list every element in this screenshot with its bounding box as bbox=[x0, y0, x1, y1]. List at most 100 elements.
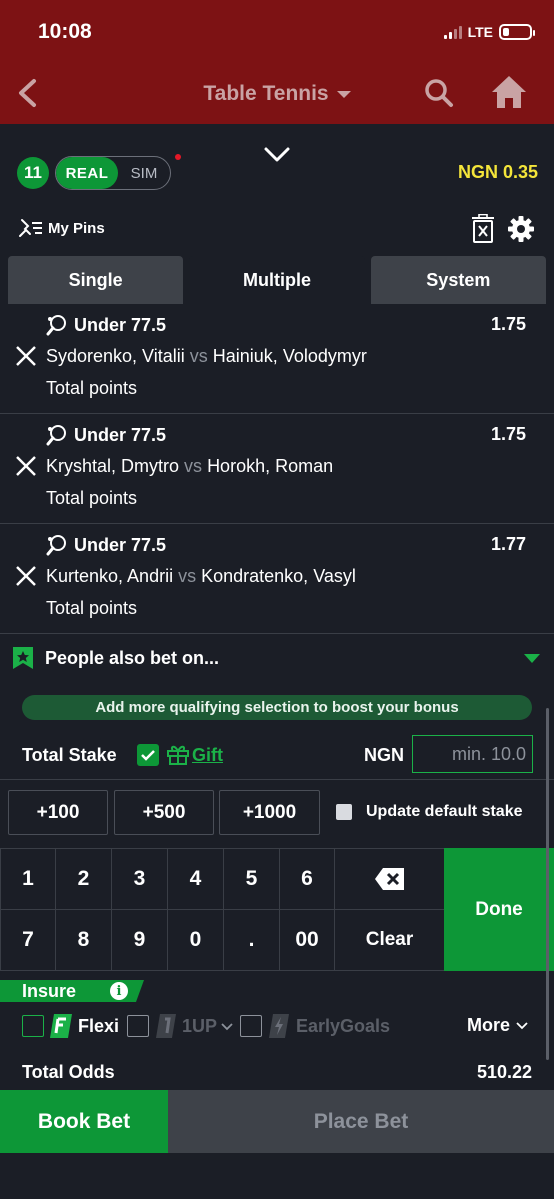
sport-selector[interactable]: Table Tennis bbox=[0, 82, 554, 106]
update-default-label: Update default stake bbox=[366, 803, 523, 820]
people-also-bet-toggle[interactable]: People also bet on... bbox=[0, 636, 554, 680]
remove-selection-icon[interactable] bbox=[14, 454, 38, 478]
mode-sim[interactable]: SIM bbox=[118, 157, 170, 189]
insure-label: Insure bbox=[22, 981, 77, 1001]
currency-label: NGN bbox=[364, 745, 404, 765]
key-9[interactable]: 9 bbox=[111, 909, 168, 971]
key-2[interactable]: 2 bbox=[55, 848, 112, 910]
battery-icon bbox=[499, 24, 535, 40]
selection-odds: 1.77 bbox=[490, 534, 526, 554]
key-double-zero[interactable]: 00 bbox=[279, 909, 335, 971]
stake-input[interactable] bbox=[412, 735, 533, 773]
market-label: Under 77.5 bbox=[74, 534, 167, 555]
update-default-checkbox[interactable] bbox=[336, 804, 352, 820]
more-label: More bbox=[467, 1015, 511, 1035]
network-label: LTE bbox=[467, 24, 493, 40]
selection-match: Kurtenko, Andrii vs Kondratenko, Vasyl bbox=[46, 566, 356, 587]
scrollbar[interactable] bbox=[546, 708, 549, 1060]
vs-label: vs bbox=[189, 346, 208, 366]
home-icon[interactable] bbox=[490, 74, 528, 110]
key-3[interactable]: 3 bbox=[111, 848, 168, 910]
selection-match: Kryshtal, Dmytro vs Horokh, Roman bbox=[46, 456, 333, 477]
remove-selection-icon[interactable] bbox=[14, 564, 38, 588]
account-balance: NGN 0.35 bbox=[457, 162, 538, 182]
clear-key[interactable]: Clear bbox=[334, 909, 445, 971]
key-5[interactable]: 5 bbox=[223, 848, 280, 910]
quick-stake-1000[interactable]: +1000 bbox=[219, 790, 320, 835]
remove-selection-icon[interactable] bbox=[14, 344, 38, 368]
real-sim-toggle[interactable]: REAL SIM bbox=[55, 156, 171, 190]
key-0[interactable]: 0 bbox=[167, 909, 224, 971]
selection-type: Total points bbox=[46, 488, 138, 508]
book-bet-button[interactable]: Book Bet bbox=[0, 1090, 168, 1153]
people-also-bet-label: People also bet on... bbox=[45, 648, 220, 668]
market-label: Under 77.5 bbox=[74, 424, 167, 445]
table-tennis-icon bbox=[46, 315, 66, 336]
quick-stake-100[interactable]: +100 bbox=[8, 790, 108, 835]
signal-icon bbox=[443, 25, 462, 39]
mode-real[interactable]: REAL bbox=[56, 157, 118, 189]
flexi-checkbox[interactable] bbox=[22, 1015, 44, 1037]
gear-icon[interactable] bbox=[508, 216, 534, 242]
earlygoals-checkbox[interactable] bbox=[240, 1015, 262, 1037]
away-player: Kondratenko, Vasyl bbox=[201, 566, 356, 586]
update-default-stake[interactable]: Update default stake bbox=[336, 803, 522, 821]
gift-checkbox[interactable] bbox=[137, 744, 159, 766]
oneup-checkbox[interactable] bbox=[127, 1015, 149, 1037]
quick-stake-500[interactable]: +500 bbox=[114, 790, 214, 835]
key-7[interactable]: 7 bbox=[0, 909, 56, 971]
away-player: Horokh, Roman bbox=[207, 456, 334, 476]
key-6[interactable]: 6 bbox=[279, 848, 335, 910]
earlygoals-icon bbox=[269, 1014, 289, 1038]
bet-type-tabs: Single Multiple System bbox=[8, 256, 546, 304]
info-icon[interactable]: i bbox=[110, 982, 128, 1000]
gift-link[interactable]: Gift bbox=[192, 745, 223, 766]
notification-dot bbox=[175, 154, 181, 160]
selection-market: Under 77.5 bbox=[46, 424, 166, 446]
selection-count-badge: 11 bbox=[17, 157, 49, 189]
key-4[interactable]: 4 bbox=[167, 848, 224, 910]
star-bookmark-icon bbox=[13, 647, 33, 669]
total-odds-value: 510.22 bbox=[476, 1062, 532, 1082]
selection-type: Total points bbox=[46, 598, 138, 618]
key-1[interactable]: 1 bbox=[0, 848, 56, 910]
pin-list-icon bbox=[19, 219, 42, 237]
trash-icon[interactable] bbox=[471, 214, 495, 243]
caret-down-icon bbox=[336, 90, 351, 98]
my-pins-label: My Pins bbox=[48, 219, 105, 237]
vs-label: vs bbox=[184, 456, 203, 476]
total-odds-label: Total Odds bbox=[22, 1062, 115, 1082]
oneup-chevron-icon[interactable] bbox=[221, 1023, 233, 1031]
key-decimal[interactable]: . bbox=[223, 909, 280, 971]
status-indicators: LTE bbox=[443, 24, 535, 40]
market-label: Under 77.5 bbox=[74, 314, 167, 335]
insure-banner[interactable]: Insure i bbox=[0, 980, 144, 1002]
backspace-key[interactable] bbox=[334, 848, 445, 910]
search-icon[interactable] bbox=[424, 78, 454, 108]
my-pins-button[interactable]: My Pins bbox=[18, 218, 105, 238]
total-stake-label: Total Stake bbox=[22, 745, 117, 765]
selection-item: Under 77.5 1.75 Kryshtal, Dmytro vs Horo… bbox=[0, 414, 554, 524]
selection-odds: 1.75 bbox=[490, 424, 526, 444]
more-options-button[interactable]: More bbox=[467, 1015, 528, 1036]
bet-options-row: Flexi 1UP EarlyGoals More bbox=[0, 1012, 554, 1040]
app-header: 10:08 LTE Table Tennis bbox=[0, 0, 554, 124]
backspace-icon bbox=[374, 868, 404, 890]
done-key[interactable]: Done bbox=[444, 848, 554, 971]
home-player: Sydorenko, Vitalii bbox=[46, 346, 185, 366]
flexi-icon bbox=[50, 1014, 72, 1038]
tab-multiple[interactable]: Multiple bbox=[189, 256, 365, 304]
selection-item: Under 77.5 1.75 Sydorenko, Vitalii vs Ha… bbox=[0, 304, 554, 414]
home-player: Kryshtal, Dmytro bbox=[46, 456, 180, 476]
key-8[interactable]: 8 bbox=[55, 909, 112, 971]
selection-market: Under 77.5 bbox=[46, 314, 166, 336]
collapse-chevron-icon[interactable] bbox=[262, 144, 292, 166]
selection-match: Sydorenko, Vitalii vs Hainiuk, Volodymyr bbox=[46, 346, 367, 367]
selection-odds: 1.75 bbox=[490, 314, 526, 334]
tab-single[interactable]: Single bbox=[8, 256, 184, 304]
gift-icon bbox=[167, 745, 189, 765]
place-bet-button[interactable]: Place Bet bbox=[168, 1090, 554, 1153]
table-tennis-icon bbox=[46, 535, 66, 556]
tab-system[interactable]: System bbox=[370, 256, 546, 304]
home-player: Kurtenko, Andrii bbox=[46, 566, 174, 586]
